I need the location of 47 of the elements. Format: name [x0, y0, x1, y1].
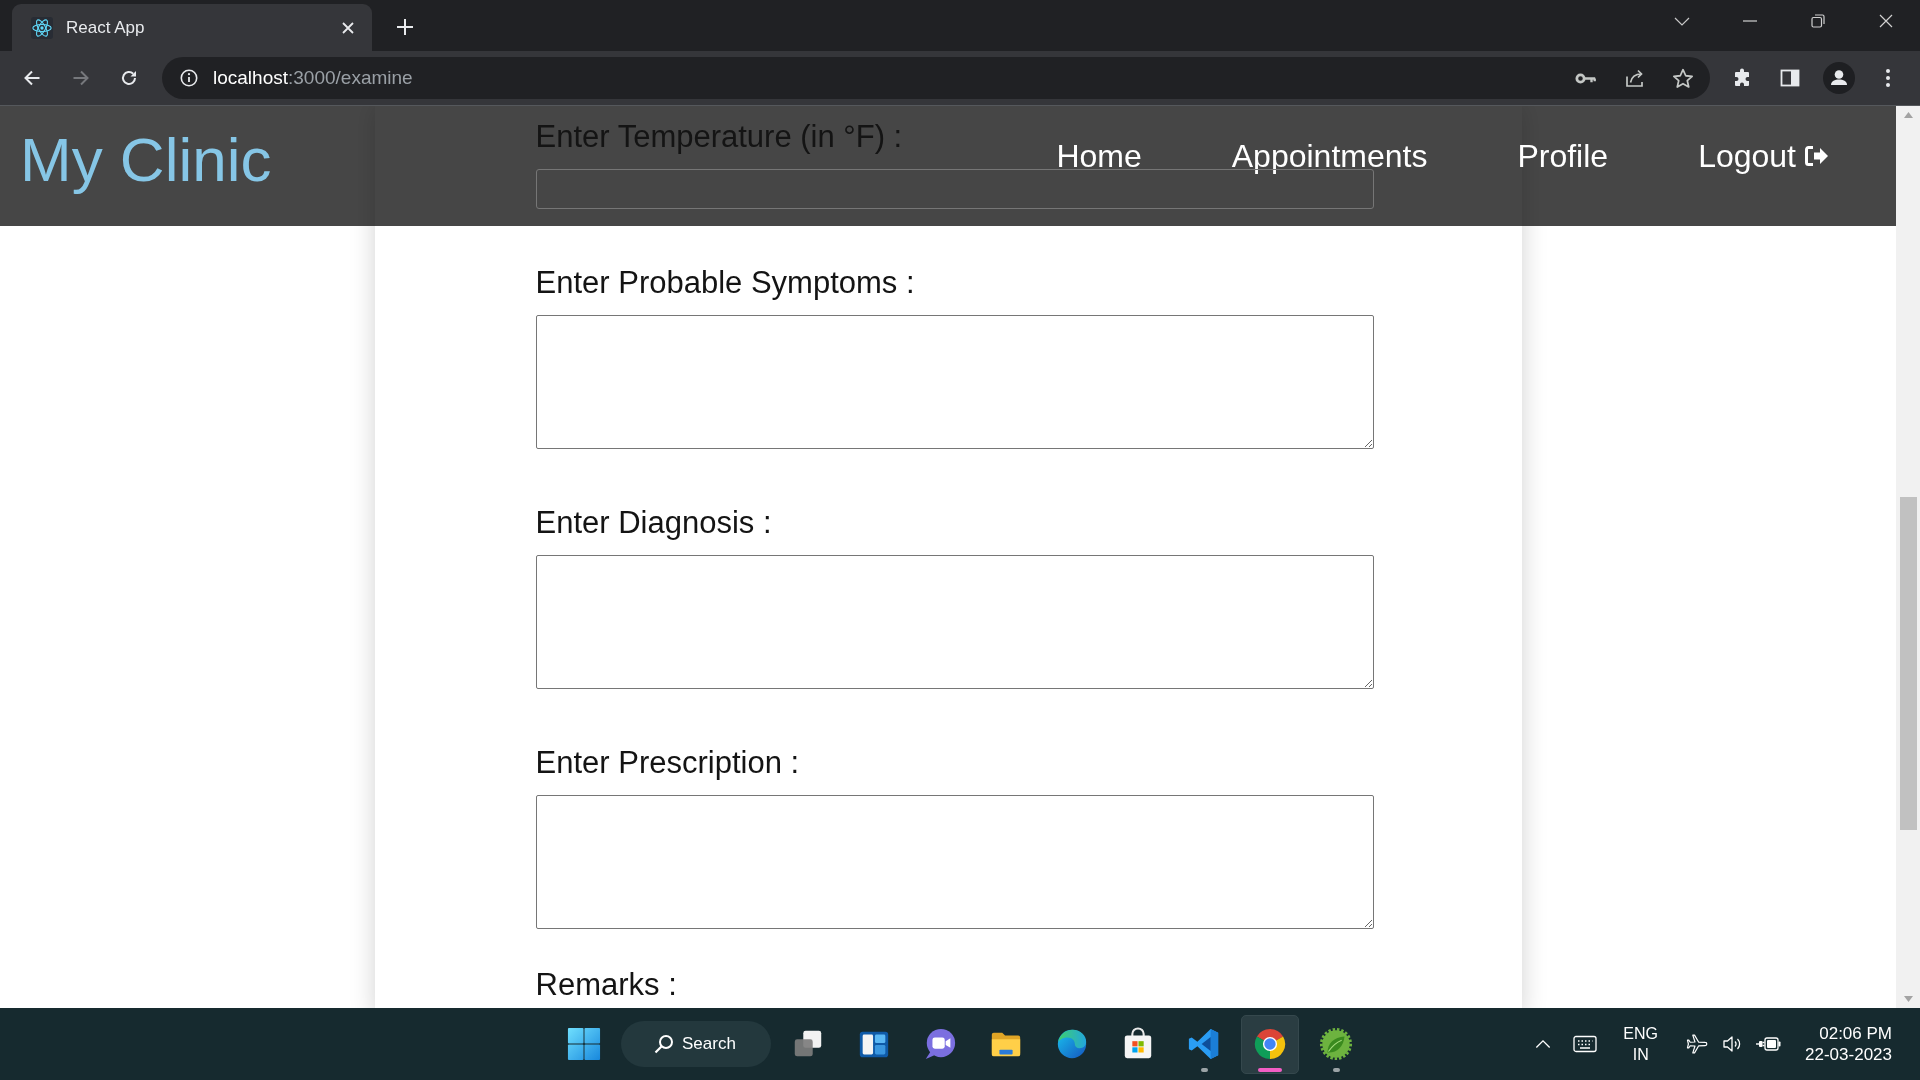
share-icon[interactable] — [1624, 68, 1646, 88]
nav-link[interactable]: Home — [1056, 136, 1142, 176]
browser-tab[interactable]: React App — [12, 4, 372, 51]
site-title[interactable]: My Clinic — [20, 124, 272, 196]
close-icon[interactable] — [341, 20, 355, 35]
video-chat-icon[interactable] — [923, 1026, 957, 1061]
sign-out-icon[interactable] — [1803, 144, 1829, 168]
scrollbar-thumb[interactable] — [1899, 497, 1917, 830]
address-bar[interactable]: localhost:3000/examine — [162, 57, 1710, 99]
taskbar-button[interactable] — [1241, 1014, 1299, 1074]
menu-icon[interactable] — [1885, 68, 1891, 88]
four-squares-icon[interactable] — [567, 1026, 601, 1061]
battery-icon[interactable] — [1755, 1035, 1782, 1053]
side-panel-icon[interactable] — [1780, 69, 1800, 87]
field-label: Remarks : — [535, 967, 677, 1003]
language-indicator[interactable]: ENG IN — [1623, 1023, 1659, 1065]
field-label: Enter Prescription : — [535, 745, 800, 781]
keyboard-icon[interactable] — [1573, 1035, 1598, 1053]
star-icon[interactable] — [1672, 67, 1694, 89]
textarea-field[interactable] — [535, 555, 1374, 689]
search-button[interactable]: Search — [621, 1021, 771, 1067]
airplane-icon[interactable] — [1686, 1033, 1709, 1055]
field-label: Enter Probable Symptoms : — [535, 265, 915, 301]
reload-icon[interactable] — [119, 68, 139, 88]
textarea-field[interactable] — [535, 315, 1374, 449]
circle-logo-icon[interactable] — [1253, 1026, 1287, 1061]
close-icon[interactable] — [1879, 14, 1893, 28]
atom-icon — [31, 16, 53, 39]
scrollbar[interactable] — [1896, 106, 1920, 1008]
chevron-down-icon[interactable] — [1674, 16, 1690, 26]
field-label: Enter Diagnosis : — [535, 505, 772, 541]
person-icon[interactable] — [1823, 62, 1855, 94]
speaker-icon[interactable] — [1722, 1034, 1743, 1054]
info-icon[interactable] — [180, 69, 198, 87]
ribbon-icon[interactable] — [1187, 1026, 1221, 1061]
nav-link[interactable]: Profile — [1517, 136, 1609, 176]
leaf-icon[interactable] — [1319, 1026, 1353, 1061]
restore-icon[interactable] — [1811, 14, 1825, 28]
plus-icon[interactable] — [397, 18, 413, 35]
textarea-field[interactable] — [535, 795, 1374, 929]
clock[interactable]: 02:06 PM 22-03-2023 — [1805, 1023, 1892, 1065]
search-icon — [654, 1034, 674, 1054]
arrow-left-icon[interactable] — [22, 68, 42, 88]
key-icon[interactable] — [1575, 71, 1597, 85]
nav-link[interactable]: Logout — [1698, 136, 1829, 176]
nav-link[interactable]: Appointments — [1231, 136, 1428, 176]
chevron-up-icon[interactable] — [1535, 1039, 1552, 1049]
